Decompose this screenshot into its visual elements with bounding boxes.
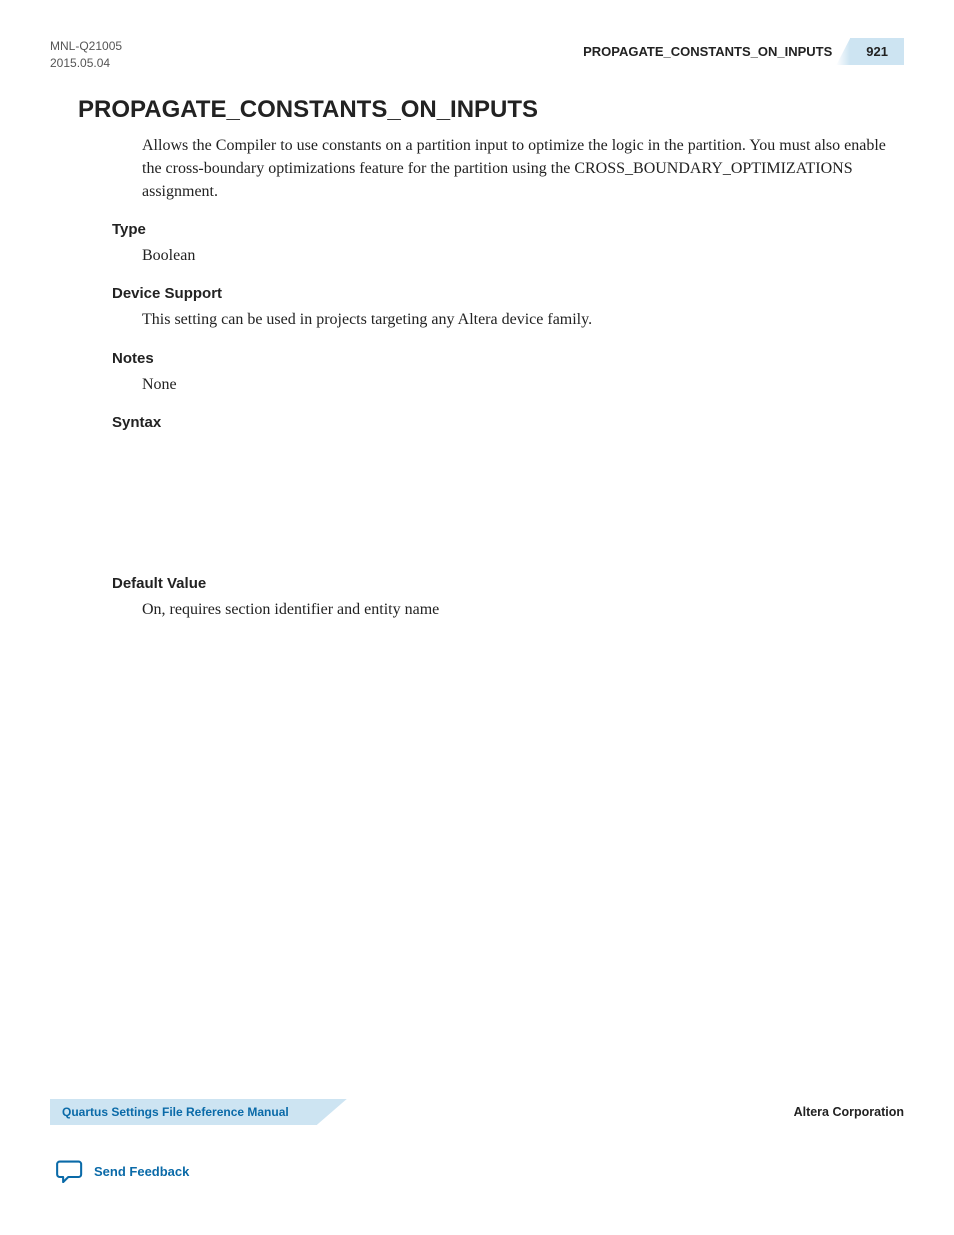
feedback-icon bbox=[56, 1159, 84, 1183]
page-title: PROPAGATE_CONSTANTS_ON_INPUTS bbox=[78, 96, 904, 124]
page-number: 921 bbox=[850, 38, 904, 65]
footer-company: Altera Corporation bbox=[794, 1105, 904, 1119]
header-topic: PROPAGATE_CONSTANTS_ON_INPUTS bbox=[583, 44, 832, 59]
footer-bar: Quartus Settings File Reference Manual A… bbox=[50, 1099, 904, 1125]
doc-date: 2015.05.04 bbox=[50, 55, 122, 72]
doc-id-block: MNL-Q21005 2015.05.04 bbox=[50, 38, 122, 72]
notes-label: Notes bbox=[112, 350, 904, 367]
syntax-content-area bbox=[50, 437, 904, 557]
footer-manual-title[interactable]: Quartus Settings File Reference Manual bbox=[50, 1099, 317, 1125]
syntax-label: Syntax bbox=[112, 414, 904, 431]
send-feedback-label: Send Feedback bbox=[94, 1164, 189, 1179]
send-feedback-link[interactable]: Send Feedback bbox=[56, 1159, 189, 1183]
device-support-value: This setting can be used in projects tar… bbox=[142, 308, 904, 331]
device-support-label: Device Support bbox=[112, 285, 904, 302]
default-value-value: On, requires section identifier and enti… bbox=[142, 598, 904, 621]
default-value-label: Default Value bbox=[112, 575, 904, 592]
type-value: Boolean bbox=[142, 244, 904, 267]
description-text: Allows the Compiler to use constants on … bbox=[142, 134, 904, 204]
doc-id: MNL-Q21005 bbox=[50, 38, 122, 55]
page-header: MNL-Q21005 2015.05.04 PROPAGATE_CONSTANT… bbox=[50, 38, 904, 72]
header-right: PROPAGATE_CONSTANTS_ON_INPUTS 921 bbox=[583, 38, 904, 65]
type-label: Type bbox=[112, 221, 904, 238]
notes-value: None bbox=[142, 373, 904, 396]
